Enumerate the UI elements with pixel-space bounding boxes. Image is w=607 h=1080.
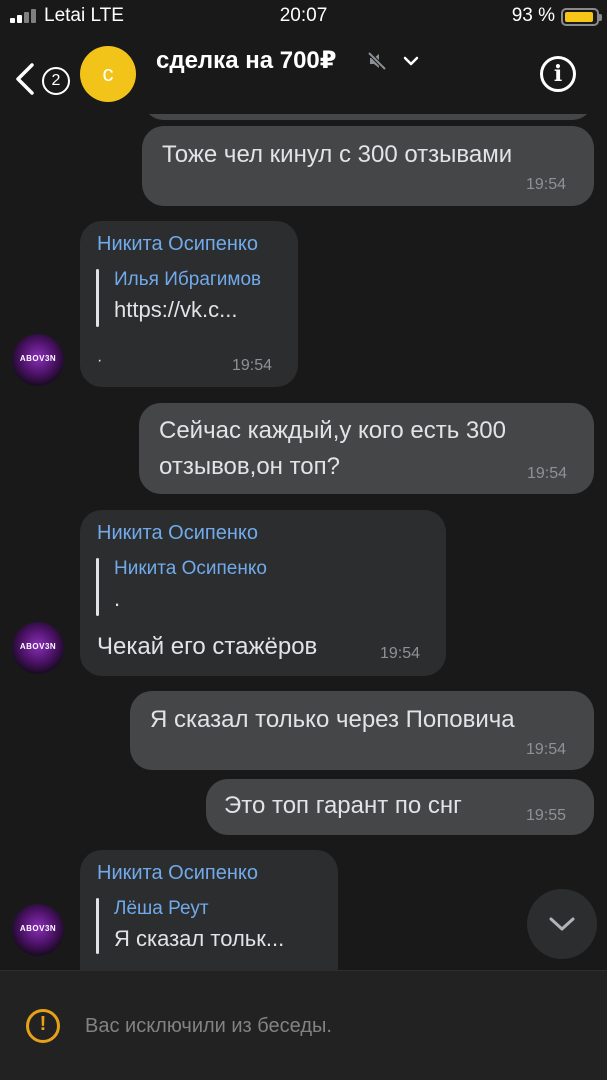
- message-bubble-outgoing[interactable]: Сейчас каждый,у кого есть 300 отзывов,он…: [139, 403, 594, 494]
- message-bubble-incoming[interactable]: Никита Осипенко Лёша Реут Я сказал тольк…: [80, 850, 338, 970]
- message-list[interactable]: Тоже чел кинул с 300 отзывами 19:54 ABOV…: [0, 114, 607, 970]
- message-bubble-outgoing[interactable]: Тоже чел кинул с 300 отзывами 19:54: [142, 126, 594, 206]
- back-button[interactable]: 2: [14, 54, 70, 95]
- back-icon: [16, 63, 34, 95]
- chat-avatar[interactable]: с: [80, 46, 136, 102]
- message-text: ·: [97, 352, 103, 369]
- message-bubble-incoming[interactable]: Никита Осипенко Никита Осипенко . Чекай …: [80, 510, 446, 676]
- message-time: 19:54: [526, 741, 567, 758]
- scroll-to-bottom-button[interactable]: [527, 889, 597, 959]
- message-text: Это топ гарант по снг: [224, 792, 462, 819]
- message-time: 19:54: [527, 465, 568, 482]
- reply-author: Никита Осипенко: [114, 558, 267, 579]
- message-time: 19:55: [526, 807, 567, 824]
- message-bubble-outgoing[interactable]: Я сказал только через Поповича 19:54: [130, 691, 594, 770]
- message-author: Никита Осипенко: [97, 233, 258, 255]
- reply-author: Илья Ибрагимов: [114, 269, 262, 290]
- message-author: Никита Осипенко: [97, 522, 258, 544]
- chat-title[interactable]: сделка на 700₽: [156, 46, 336, 75]
- mute-icon: [367, 51, 387, 71]
- message-author: Никита Осипенко: [97, 862, 258, 884]
- message-text-line-2: отзывов,он топ?: [159, 453, 340, 480]
- warning-icon: !: [26, 1009, 60, 1043]
- message-bubble-outgoing[interactable]: Это топ гарант по снг 19:55: [206, 779, 594, 835]
- chevron-down-icon[interactable]: [402, 52, 420, 70]
- battery-icon: [561, 8, 602, 26]
- reply-text: .: [114, 586, 121, 611]
- chevron-down-icon: [549, 917, 575, 931]
- message-time: 19:54: [380, 645, 421, 662]
- sender-avatar[interactable]: ABOV3N: [12, 334, 64, 386]
- reply-author: Лёша Реут: [114, 898, 209, 919]
- reply-quote-bar: [96, 558, 99, 616]
- info-icon: i: [553, 61, 563, 87]
- reply-quote-bar: [96, 898, 99, 954]
- reply-text: https://vk.c...: [114, 297, 238, 322]
- message-text: Чекай его стажёров: [97, 633, 318, 660]
- message-bubble-incoming[interactable]: Никита Осипенко Илья Ибрагимов https://v…: [80, 221, 298, 387]
- chat-header: 2 с сделка на 700₽ i: [0, 34, 607, 114]
- message-text-line-1: Сейчас каждый,у кого есть 300: [159, 417, 506, 444]
- partial-message: [142, 114, 594, 120]
- battery-percent: 93 %: [511, 5, 555, 26]
- unread-badge: 2: [42, 67, 70, 95]
- sender-avatar[interactable]: ABOV3N: [12, 904, 64, 956]
- message-time: 19:54: [526, 176, 567, 193]
- message-time: 19:54: [232, 357, 273, 374]
- reply-quote-bar: [96, 269, 99, 327]
- composer-area: ! Вас исключили из беседы.: [0, 970, 607, 1080]
- reply-text: Я сказал тольк...: [114, 926, 285, 951]
- message-text: Тоже чел кинул с 300 отзывами: [162, 141, 513, 168]
- removed-from-chat-notice: Вас исключили из беседы.: [85, 1015, 332, 1037]
- status-bar: Letai LTE 20:07 93 %: [0, 0, 607, 34]
- sender-avatar[interactable]: ABOV3N: [12, 622, 64, 674]
- message-text: Я сказал только через Поповича: [150, 706, 515, 733]
- info-button[interactable]: i: [540, 56, 576, 92]
